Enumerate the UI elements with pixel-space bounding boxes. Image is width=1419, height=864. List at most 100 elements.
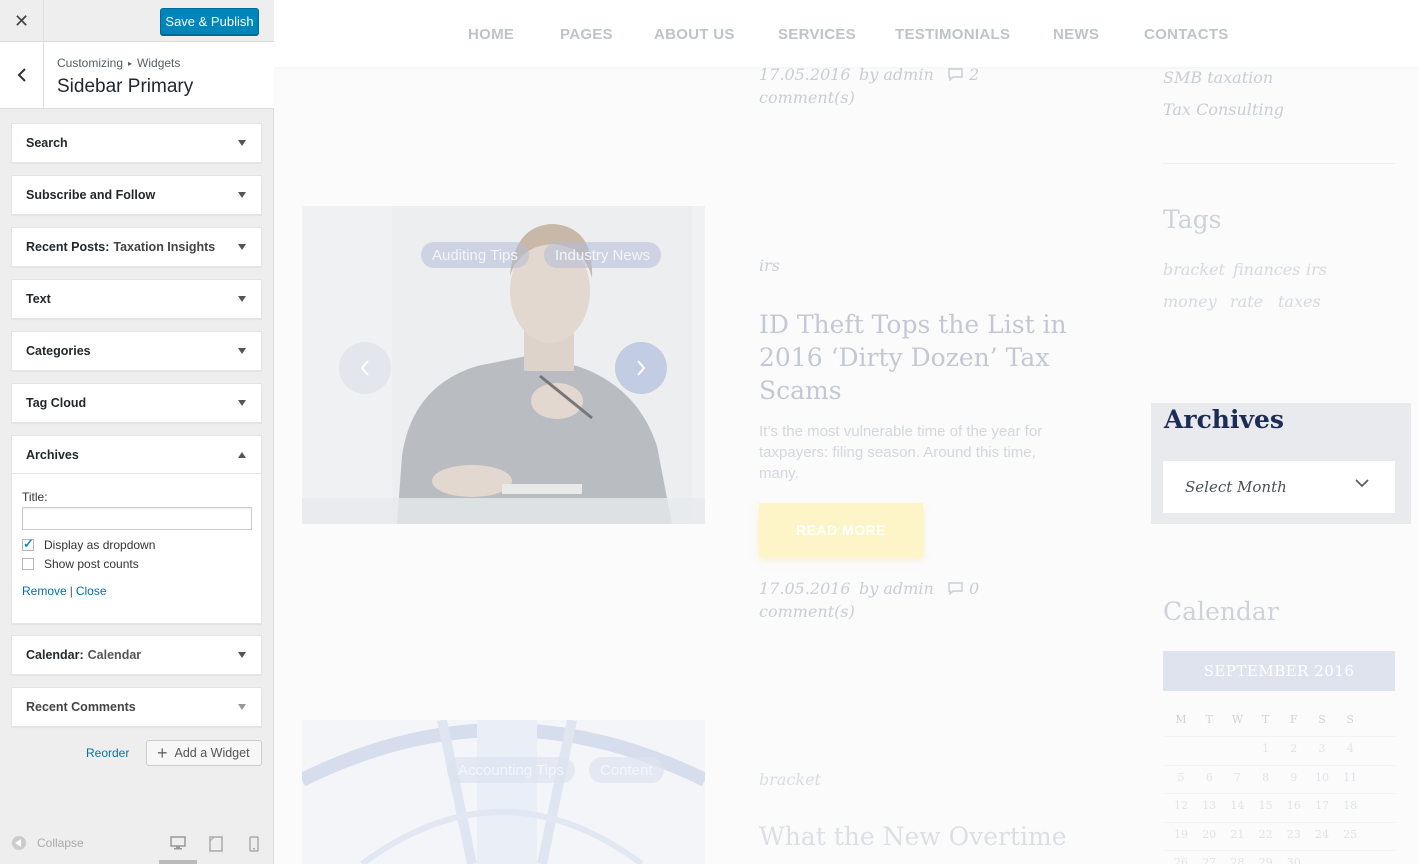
widget-title-bar[interactable]: Recent Posts: Taxation Insights (12, 228, 261, 266)
save-publish-button[interactable]: Save & Publish (160, 8, 259, 35)
post-meta-author[interactable]: by admin (859, 65, 934, 84)
calendar-day[interactable]: 28 (1223, 856, 1251, 864)
widget-title-bar[interactable]: Subscribe and Follow (12, 176, 261, 214)
title-input[interactable] (22, 507, 252, 530)
calendar-day[interactable]: 15 (1252, 799, 1280, 812)
calendar-day[interactable]: 27 (1195, 856, 1223, 864)
tablet-preview-icon[interactable] (209, 836, 223, 855)
calendar-day[interactable]: 25 (1336, 828, 1364, 841)
expand-arrow-icon[interactable] (238, 244, 246, 250)
widget-archives[interactable]: Archives Title: Display as dropdown Show… (11, 435, 262, 624)
calendar-day[interactable]: 29 (1252, 856, 1280, 864)
remove-link[interactable]: Remove (22, 584, 67, 598)
nav-pages[interactable]: PAGES (560, 26, 613, 43)
tag-auditing-tips[interactable]: Auditing Tips (421, 242, 529, 268)
calendar-day[interactable]: 13 (1195, 799, 1223, 812)
expand-arrow-icon[interactable] (238, 192, 246, 198)
post-featured-image[interactable] (302, 720, 705, 864)
expand-arrow-icon[interactable] (238, 140, 246, 146)
calendar-day[interactable]: 20 (1195, 828, 1223, 841)
widget-calendar[interactable]: Calendar: Calendar (11, 635, 262, 675)
tag-link[interactable]: finances (1233, 260, 1300, 279)
calendar-day[interactable]: 16 (1280, 799, 1308, 812)
calendar-day[interactable]: 9 (1280, 771, 1308, 784)
mobile-preview-icon[interactable] (249, 836, 259, 855)
display-dropdown-checkbox[interactable] (22, 536, 34, 552)
calendar-day[interactable]: 12 (1167, 799, 1195, 812)
calendar-day[interactable]: 24 (1308, 828, 1336, 841)
category-link-smb[interactable]: SMB taxation (1163, 68, 1273, 87)
widget-text[interactable]: Text (11, 279, 262, 319)
tag-content[interactable]: Content (589, 757, 664, 783)
tag-link[interactable]: money (1163, 292, 1217, 311)
show-counts-option[interactable]: Show post counts (22, 557, 251, 571)
calendar-day[interactable]: 6 (1195, 771, 1223, 784)
calendar-day[interactable]: 10 (1308, 771, 1336, 784)
back-button[interactable] (0, 42, 44, 108)
widget-search[interactable]: Search (11, 123, 262, 163)
nav-news[interactable]: NEWS (1053, 26, 1099, 43)
widget-recent-posts[interactable]: Recent Posts: Taxation Insights (11, 227, 262, 267)
slider-next-button[interactable] (615, 342, 667, 394)
widget-title-bar[interactable]: Recent Comments (12, 688, 261, 726)
add-widget-button[interactable]: + Add a Widget (146, 740, 262, 766)
tag-industry-news[interactable]: Industry News (544, 242, 662, 268)
calendar-day[interactable]: 30 (1280, 856, 1308, 864)
show-counts-checkbox[interactable] (22, 558, 34, 570)
calendar-day[interactable]: 2 (1280, 742, 1308, 755)
post-title[interactable]: ID Theft Tops the List in 2016 ‘Dirty Do… (759, 308, 1079, 407)
calendar-day[interactable]: 18 (1336, 799, 1364, 812)
comments-word[interactable]: comment(s) (759, 602, 855, 621)
widget-title-bar[interactable]: Search (12, 124, 261, 162)
expand-arrow-icon[interactable] (238, 652, 246, 658)
calendar-day[interactable]: 4 (1336, 742, 1364, 755)
calendar-day[interactable]: 5 (1167, 771, 1195, 784)
post-meta-comments[interactable]: 2 (948, 65, 979, 84)
post-category[interactable]: irs (759, 256, 780, 275)
nav-testimonials[interactable]: TESTIMONIALS (895, 26, 1010, 43)
desktop-preview-icon[interactable] (170, 836, 186, 853)
calendar-day[interactable]: 3 (1308, 742, 1336, 755)
expand-arrow-icon[interactable] (238, 704, 246, 710)
widget-recent-comments[interactable]: Recent Comments (11, 687, 262, 727)
calendar-day[interactable]: 22 (1252, 828, 1280, 841)
nav-about-us[interactable]: ABOUT US (654, 26, 735, 43)
widget-title-bar[interactable]: Tag Cloud (12, 384, 261, 422)
calendar-day[interactable]: 19 (1167, 828, 1195, 841)
post-meta-author[interactable]: by admin (859, 579, 934, 598)
widget-title-bar[interactable]: Categories (12, 332, 261, 370)
post-meta-comments[interactable]: 0 (948, 579, 979, 598)
tag-link[interactable]: rate (1230, 292, 1263, 311)
calendar-day[interactable]: 23 (1280, 828, 1308, 841)
calendar-day[interactable]: 8 (1252, 771, 1280, 784)
display-dropdown-option[interactable]: Display as dropdown (22, 536, 251, 552)
widget-title-bar[interactable]: Calendar: Calendar (12, 636, 261, 674)
tag-link[interactable]: bracket (1163, 260, 1225, 279)
calendar-day[interactable]: 1 (1252, 742, 1280, 755)
nav-home[interactable]: HOME (468, 26, 514, 43)
calendar-day[interactable]: 26 (1167, 856, 1195, 864)
slider-prev-button[interactable] (339, 342, 391, 394)
post-category[interactable]: bracket (759, 770, 821, 789)
tag-link[interactable]: taxes (1278, 292, 1321, 311)
widget-categories[interactable]: Categories (11, 331, 262, 371)
expand-arrow-icon[interactable] (238, 348, 246, 354)
nav-contacts[interactable]: CONTACTS (1144, 26, 1229, 43)
nav-services[interactable]: SERVICES (778, 26, 856, 43)
post-title[interactable]: What the New Overtime (759, 822, 1067, 851)
reorder-link[interactable]: Reorder (86, 746, 129, 760)
widget-tag-cloud[interactable]: Tag Cloud (11, 383, 262, 423)
expand-arrow-icon[interactable] (238, 400, 246, 406)
widget-title-bar[interactable]: Archives (12, 436, 261, 474)
calendar-day[interactable]: 7 (1223, 771, 1251, 784)
widget-subscribe-follow[interactable]: Subscribe and Follow (11, 175, 262, 215)
widget-title-bar[interactable]: Text (12, 280, 261, 318)
comments-word[interactable]: comment(s) (759, 88, 855, 107)
collapse-arrow-icon[interactable] (238, 452, 246, 458)
calendar-day[interactable]: 11 (1336, 771, 1364, 784)
collapse-button[interactable]: Collapse (12, 836, 84, 850)
calendar-day[interactable]: 14 (1223, 799, 1251, 812)
tag-link[interactable]: irs (1306, 260, 1327, 279)
archives-month-select[interactable]: Select Month (1163, 461, 1395, 513)
close-link[interactable]: Close (76, 584, 107, 598)
